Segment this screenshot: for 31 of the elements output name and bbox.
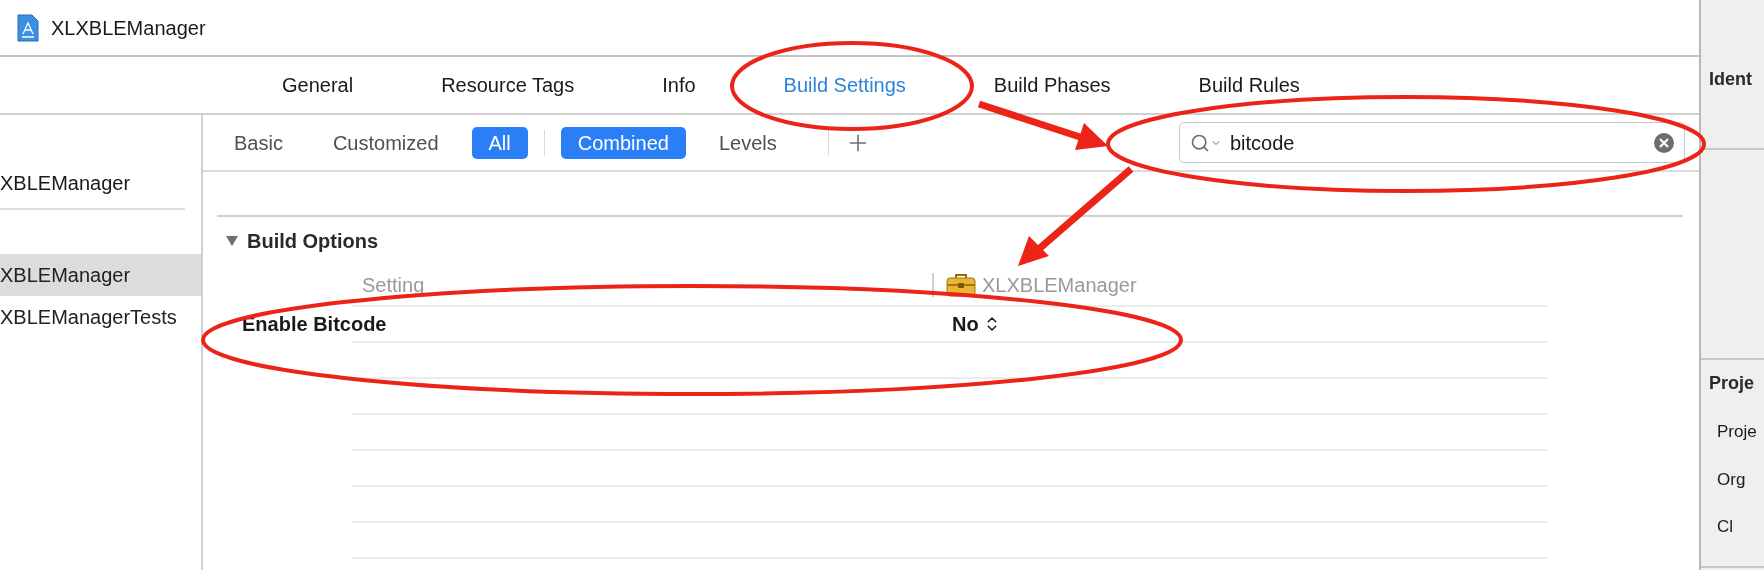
value-stepper[interactable]: No xyxy=(952,309,1001,339)
sidebar-item[interactable]: XBLEManager xyxy=(0,254,201,296)
tab[interactable]: Build Settings xyxy=(783,70,906,100)
inspector-heading: Proje xyxy=(1708,372,1756,395)
disclosure-triangle-icon[interactable] xyxy=(225,234,239,248)
search-field[interactable]: bitcode xyxy=(1179,122,1685,163)
sidebar-item[interactable]: XBLEManagerTests xyxy=(0,296,201,338)
filter-button[interactable]: All xyxy=(471,126,528,159)
clear-icon[interactable] xyxy=(1654,132,1674,153)
search-icon xyxy=(1190,132,1222,153)
search-input[interactable]: bitcode xyxy=(1230,127,1646,158)
filter-button[interactable]: Levels xyxy=(701,126,794,159)
sidebar-item[interactable]: XBLEManager xyxy=(0,162,201,204)
tab[interactable]: Resource Tags xyxy=(441,70,575,100)
window-title: XLXBLEManager xyxy=(51,15,206,41)
setting-name: Enable Bitcode xyxy=(242,312,388,337)
filter-button[interactable]: Basic xyxy=(217,126,300,159)
column-header: Setting xyxy=(362,273,426,298)
filter-button[interactable]: Combined xyxy=(560,126,686,159)
inspector-label: Org xyxy=(1716,468,1747,491)
filter-button[interactable]: Customized xyxy=(315,126,456,159)
column-header: XLXBLEManager xyxy=(982,273,1137,298)
document-icon xyxy=(17,13,39,42)
inspector-label: Proje xyxy=(1716,421,1758,443)
tab[interactable]: Info xyxy=(662,70,696,100)
tab[interactable]: Build Phases xyxy=(993,70,1111,100)
section-title: Build Options xyxy=(247,229,379,254)
tab[interactable]: General xyxy=(282,70,354,100)
tab[interactable]: Build Rules xyxy=(1198,70,1300,100)
inspector-heading: Ident xyxy=(1708,68,1753,91)
inspector-label: Cl xyxy=(1716,516,1735,538)
